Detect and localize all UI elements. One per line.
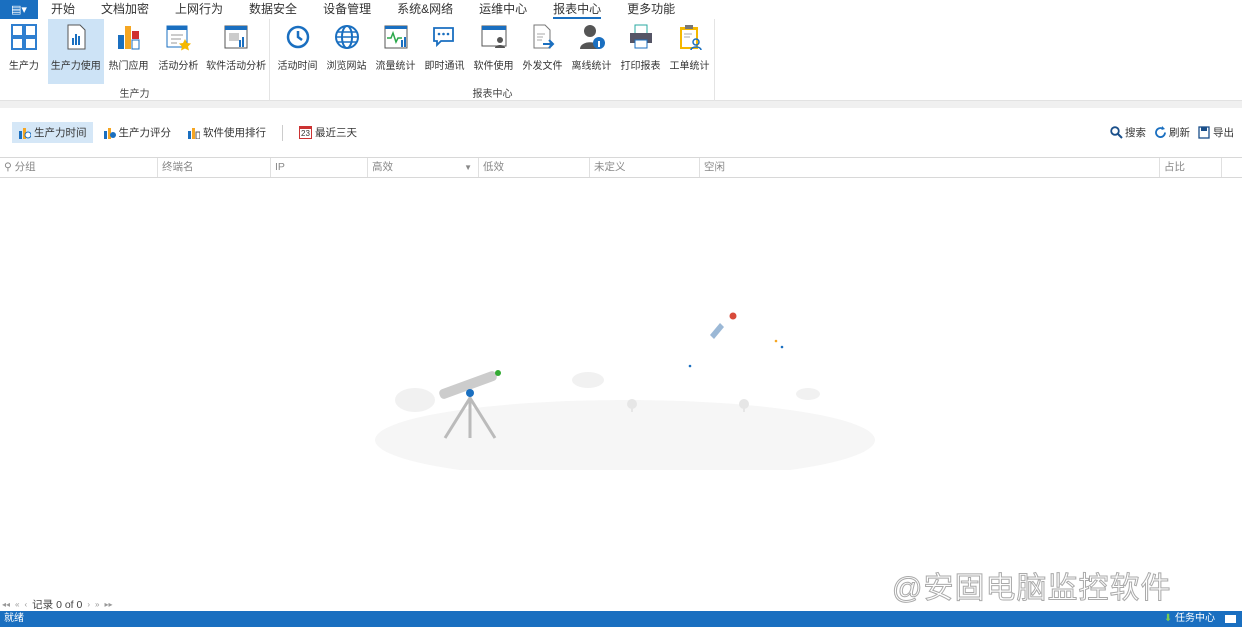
tab-system-network[interactable]: 系统&网络 xyxy=(384,0,466,19)
window-chart-icon xyxy=(224,25,248,49)
instant-messaging-button[interactable]: 即时通讯 xyxy=(420,19,469,84)
column-undefined[interactable]: 未定义 xyxy=(590,158,700,177)
ribbon: 生产力 生产力使用 热门应用 活动分析 软件活动分析 生产力 活动时间 浏览网站… xyxy=(0,19,1242,101)
sort-desc-icon: ▼ xyxy=(464,163,472,172)
next-page-button[interactable]: › xyxy=(87,600,90,609)
report-toolbar: 生产力时间 生产力评分 软件使用排行 23 最近三天 xyxy=(12,122,363,143)
document-star-icon xyxy=(166,25,192,51)
task-center-button[interactable]: ⬇ 任务中心 xyxy=(1164,611,1215,627)
productivity-time-button[interactable]: 生产力时间 xyxy=(12,122,93,143)
app-menu-button[interactable]: ▤▾ xyxy=(0,0,38,19)
productivity-score-button[interactable]: 生产力评分 xyxy=(97,122,178,143)
software-activity-analysis-button[interactable]: 软件活动分析 xyxy=(203,19,269,84)
column-ip[interactable]: IP xyxy=(271,158,368,177)
message-icon[interactable] xyxy=(1225,615,1236,623)
prev-page-button[interactable]: ‹ xyxy=(24,600,27,609)
bar-list-icon xyxy=(188,128,200,139)
report-chart-icon xyxy=(67,24,86,50)
tab-report-center[interactable]: 报表中心 xyxy=(540,0,614,19)
bar-score-icon xyxy=(103,128,116,139)
status-bar: 就绪 ⬇ 任务中心 xyxy=(0,611,1242,627)
file-export-icon xyxy=(533,24,554,49)
software-usage-button[interactable]: 软件使用 xyxy=(469,19,518,84)
browse-sites-button[interactable]: 浏览网站 xyxy=(322,19,371,84)
next-page-group-button[interactable]: » xyxy=(95,600,99,609)
printer-icon xyxy=(629,24,652,49)
tab-more[interactable]: 更多功能 xyxy=(614,0,688,19)
bar-chart-icon xyxy=(117,26,140,50)
toolbar-separator xyxy=(282,124,283,141)
refresh-icon xyxy=(1155,126,1166,138)
column-high-efficiency[interactable]: 高效 ▼ xyxy=(368,158,479,177)
export-button[interactable]: 导出 xyxy=(1198,125,1234,140)
prev-page-group-button[interactable]: « xyxy=(15,600,19,609)
column-group[interactable]: ⚲ 分组 xyxy=(0,158,158,177)
search-icon[interactable]: ⚲ xyxy=(4,161,15,173)
clipboard-user-icon xyxy=(679,25,702,51)
group-report-center: 活动时间 浏览网站 流量统计 即时通讯 软件使用 外发文件 离线统计 打印报表 … xyxy=(271,19,715,101)
traffic-chart-icon xyxy=(384,25,407,49)
date-range-button[interactable]: 23 最近三天 xyxy=(293,122,363,143)
search-button[interactable]: 搜索 xyxy=(1110,125,1146,140)
tab-start[interactable]: 开始 xyxy=(38,0,88,19)
productivity-usage-button[interactable]: 生产力使用 xyxy=(47,19,104,84)
record-count: 记录 0 of 0 xyxy=(32,599,83,611)
window-user-icon xyxy=(481,25,506,48)
pager: ◂◂ « ‹ 记录 0 of 0 › » ▸▸ xyxy=(2,597,113,612)
work-order-stats-button[interactable]: 工单统计 xyxy=(665,19,714,84)
grid-icon xyxy=(10,24,37,50)
download-arrow-icon: ⬇ xyxy=(1163,613,1173,624)
first-page-button[interactable]: ◂◂ xyxy=(2,600,10,609)
activity-analysis-button[interactable]: 活动分析 xyxy=(153,19,203,84)
chat-icon xyxy=(432,27,454,48)
tab-device-management[interactable]: 设备管理 xyxy=(310,0,384,19)
tab-web-behavior[interactable]: 上网行为 xyxy=(162,0,236,19)
export-icon xyxy=(1198,126,1210,139)
bar-clock-icon xyxy=(19,128,31,139)
status-text: 就绪 xyxy=(4,613,24,624)
watermark: @安固电脑监控软件 xyxy=(891,572,1172,606)
history-clock-icon xyxy=(286,25,309,49)
software-ranking-button[interactable]: 软件使用排行 xyxy=(181,122,272,143)
tab-doc-encrypt[interactable]: 文档加密 xyxy=(88,0,162,19)
last-page-button[interactable]: ▸▸ xyxy=(104,600,112,609)
offline-stats-button[interactable]: 离线统计 xyxy=(567,19,616,84)
ribbon-divider xyxy=(0,101,1242,108)
group-productivity: 生产力 生产力使用 热门应用 活动分析 软件活动分析 生产力 xyxy=(0,19,270,101)
column-terminal-name[interactable]: 终端名 xyxy=(158,158,271,177)
tab-ops-center[interactable]: 运维中心 xyxy=(466,0,540,19)
empty-state-illustration xyxy=(375,312,875,470)
group-label: 生产力 xyxy=(119,89,150,100)
search-icon xyxy=(1110,126,1123,139)
print-report-button[interactable]: 打印报表 xyxy=(616,19,665,84)
globe-icon xyxy=(334,25,359,49)
refresh-button[interactable]: 刷新 xyxy=(1154,125,1190,140)
hot-apps-button[interactable]: 热门应用 xyxy=(104,19,154,84)
activity-time-button[interactable]: 活动时间 xyxy=(273,19,322,84)
user-info-icon xyxy=(579,25,605,49)
tab-data-security[interactable]: 数据安全 xyxy=(236,0,310,19)
column-idle[interactable]: 空闲 xyxy=(700,158,1160,177)
calendar-icon: 23 xyxy=(299,126,312,139)
grid-header: ⚲ 分组 终端名 IP 高效 ▼ 低效 未定义 空闲 占比 xyxy=(0,157,1242,178)
column-low-efficiency[interactable]: 低效 xyxy=(479,158,590,177)
productivity-button[interactable]: 生产力 xyxy=(0,19,48,84)
traffic-stats-button[interactable]: 流量统计 xyxy=(371,19,420,84)
right-tools: 搜索 刷新 导出 xyxy=(1110,125,1234,140)
menu-tab-bar: ▤▾ 开始 文档加密 上网行为 数据安全 设备管理 系统&网络 运维中心 报表中… xyxy=(0,0,1242,19)
column-ratio[interactable]: 占比 xyxy=(1160,158,1222,177)
outgoing-files-button[interactable]: 外发文件 xyxy=(518,19,567,84)
group-label: 报表中心 xyxy=(472,89,513,100)
